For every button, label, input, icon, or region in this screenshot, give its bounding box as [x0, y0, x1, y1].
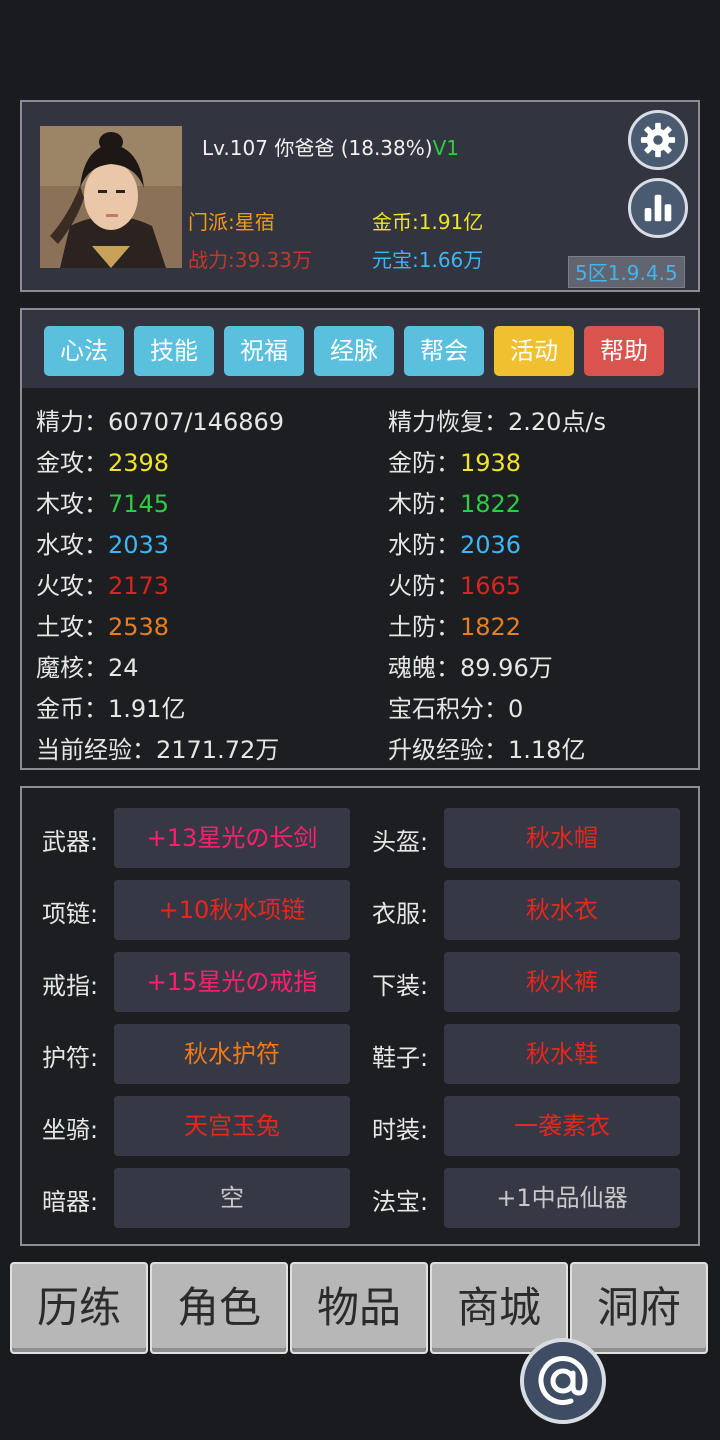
- shoes-slot-label: 鞋子:: [372, 1044, 429, 1072]
- tab-events[interactable]: 活动: [494, 326, 574, 376]
- pants-slot[interactable]: 秋水裤: [444, 952, 680, 1012]
- hidden-weapon-slot-label: 暗器:: [42, 1188, 99, 1216]
- helmet-slot-label: 头盔:: [372, 828, 429, 856]
- function-tab-bar: 心法 技能 祝福 经脉 帮会 活动 帮助: [22, 310, 698, 388]
- stat-gold: 金币：1.91亿: [36, 695, 186, 723]
- at-sign-icon: [538, 1356, 588, 1405]
- player-exp-progress: (18.38%): [340, 136, 433, 160]
- player-gold: 金币:1.91亿: [372, 210, 484, 234]
- gear-icon: [640, 122, 676, 158]
- ring-slot-label: 戒指:: [42, 972, 99, 1000]
- mount-slot[interactable]: 天宫玉兔: [114, 1096, 350, 1156]
- armor-slot[interactable]: 秋水衣: [444, 880, 680, 940]
- player-title-line: Lv.107 你爸爸 (18.38%)V1: [202, 132, 459, 161]
- stat-fire-defense: 火防：1665: [388, 572, 522, 600]
- weapon-slot[interactable]: +13星光の长剑: [114, 808, 350, 868]
- player-ingot: 元宝:1.66万: [372, 248, 484, 272]
- stat-earth-defense: 土防：1822: [388, 613, 522, 641]
- necklace-slot[interactable]: +10秋水项链: [114, 880, 350, 940]
- player-sect: 门派:星宿: [188, 210, 275, 234]
- nav-training[interactable]: 历练: [10, 1262, 148, 1354]
- attributes-panel: 心法 技能 祝福 经脉 帮会 活动 帮助 精力：60707/146869 金攻：…: [20, 308, 700, 770]
- amulet-slot[interactable]: 秋水护符: [114, 1024, 350, 1084]
- amulet-slot-label: 护符:: [42, 1044, 99, 1072]
- armor-slot-label: 衣服:: [372, 900, 429, 928]
- stat-energy-regen: 精力恢复：2.20点/s: [388, 408, 607, 436]
- pants-slot-label: 下装:: [372, 972, 429, 1000]
- stat-water-attack: 水攻：2033: [36, 531, 170, 559]
- tab-skills[interactable]: 技能: [134, 326, 214, 376]
- tab-meridians[interactable]: 经脉: [314, 326, 394, 376]
- stat-gem-points: 宝石积分：0: [388, 695, 524, 723]
- mount-slot-label: 坐骑:: [42, 1116, 99, 1144]
- stat-soul: 魂魄：89.96万: [388, 654, 553, 682]
- tab-help[interactable]: 帮助: [584, 326, 664, 376]
- equipment-panel: 武器: +13星光の长剑 头盔: 秋水帽 项链: +10秋水项链 衣服: 秋水衣…: [20, 786, 700, 1246]
- tab-guild[interactable]: 帮会: [404, 326, 484, 376]
- tab-mind-method[interactable]: 心法: [44, 326, 124, 376]
- tab-blessing[interactable]: 祝福: [224, 326, 304, 376]
- player-avatar[interactable]: [40, 126, 182, 268]
- ring-slot[interactable]: +15星光の戒指: [114, 952, 350, 1012]
- nav-cave-abode[interactable]: 洞府: [570, 1262, 708, 1354]
- stat-earth-attack: 土攻：2538: [36, 613, 170, 641]
- player-level: Lv.107: [202, 136, 268, 160]
- shoes-slot[interactable]: 秋水鞋: [444, 1024, 680, 1084]
- stat-magic-core: 魔核：24: [36, 654, 139, 682]
- bar-chart-icon: [644, 194, 672, 222]
- avatar-portrait-image: [40, 126, 182, 268]
- nav-character[interactable]: 角色: [150, 1262, 288, 1354]
- stat-metal-attack: 金攻：2398: [36, 449, 170, 477]
- weapon-slot-label: 武器:: [42, 828, 99, 856]
- artifact-slot-label: 法宝:: [372, 1188, 429, 1216]
- stat-fire-attack: 火攻：2173: [36, 572, 170, 600]
- player-name: 你爸爸: [274, 136, 335, 160]
- necklace-slot-label: 项链:: [42, 900, 99, 928]
- fashion-slot-label: 时装:: [372, 1116, 429, 1144]
- helmet-slot[interactable]: 秋水帽: [444, 808, 680, 868]
- stat-metal-defense: 金防：1938: [388, 449, 522, 477]
- ranking-button[interactable]: [628, 178, 688, 238]
- nav-items[interactable]: 物品: [290, 1262, 428, 1354]
- server-version-badge: 5区1.9.4.5: [568, 256, 685, 288]
- player-power: 战力:39.33万: [188, 248, 312, 272]
- stat-wood-attack: 木攻：7145: [36, 490, 170, 518]
- chat-button[interactable]: [520, 1338, 606, 1424]
- vip-badge: V1: [432, 136, 459, 160]
- stat-water-defense: 水防：2036: [388, 531, 522, 559]
- player-header-card: Lv.107 你爸爸 (18.38%)V1 门派:星宿 战力:39.33万 金币…: [20, 100, 700, 292]
- hidden-weapon-slot[interactable]: 空: [114, 1168, 350, 1228]
- settings-button[interactable]: [628, 110, 688, 170]
- stat-next-level-exp: 升级经验：1.18亿: [388, 736, 586, 764]
- fashion-slot[interactable]: 一袭素衣: [444, 1096, 680, 1156]
- stat-current-exp: 当前经验：2171.72万: [36, 736, 280, 764]
- stat-energy: 精力：60707/146869: [36, 408, 285, 436]
- stat-wood-defense: 木防：1822: [388, 490, 522, 518]
- artifact-slot[interactable]: +1中品仙器: [444, 1168, 680, 1228]
